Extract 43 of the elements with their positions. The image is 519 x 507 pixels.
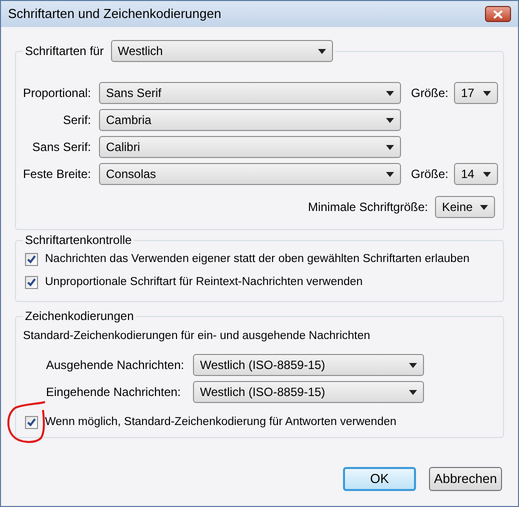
cancel-button[interactable]: Abbrechen — [429, 467, 502, 491]
caret-icon — [409, 390, 417, 395]
dropdown[interactable]: Cambria — [99, 109, 401, 131]
close-button[interactable] — [485, 6, 511, 22]
ok-button[interactable]: OK — [343, 467, 416, 491]
dropdown[interactable]: Keine — [435, 196, 495, 218]
dropdown[interactable]: Westlich (ISO-8859-15) — [193, 381, 424, 404]
caret-icon — [483, 172, 491, 176]
checkbox[interactable] — [25, 276, 38, 289]
field-label: Sans Serif: — [32, 139, 91, 156]
dropdown[interactable]: Sans Serif — [99, 82, 401, 104]
caret-icon — [483, 90, 491, 96]
dropdown[interactable]: Westlich (ISO-8859-15) — [193, 354, 424, 376]
dropdown[interactable]: 14 — [454, 163, 498, 185]
dropdown[interactable]: Consolas — [99, 163, 401, 185]
caret-icon — [409, 362, 417, 368]
checkbox-label: Wenn möglich, Standard-Zeichenkodierung für Antworten verwenden — [45, 415, 396, 430]
field-label: Größe: — [411, 86, 448, 100]
field-label: Serif: — [62, 112, 91, 129]
field-label: Schriftarten für — [25, 43, 104, 60]
field-label: Ausgehende Nachrichten: — [46, 358, 184, 372]
caret-icon — [480, 204, 488, 210]
field-label: Eingehende Nachrichten: — [46, 385, 181, 400]
checkbox[interactable] — [25, 253, 38, 266]
window-title: Schriftarten und Zeichenkodierungen — [8, 5, 222, 24]
field-label: Feste Breite: — [22, 166, 91, 183]
group-title: Zeichenkodierungen — [23, 308, 136, 324]
caret-icon — [386, 90, 394, 96]
checkbox-label: Nachrichten das Verwenden eigener statt der oben gewählten Schriftarten erlauben — [45, 252, 470, 267]
dropdown[interactable]: Calibri — [99, 136, 401, 158]
checkbox-label: Unproportionale Schriftart für Reintext-Nachrichten verwenden — [45, 274, 363, 290]
field-label: Minimale Schriftgröße: — [308, 199, 428, 216]
checkbox[interactable] — [25, 416, 38, 430]
description-text: Standard-Zeichenkodierungen für ein- und ausgehende Nachrichten — [23, 330, 370, 342]
caret-icon — [386, 172, 394, 176]
caret-icon — [386, 144, 394, 150]
field-label: Proportional: — [22, 85, 91, 102]
dropdown[interactable]: Westlich — [110, 40, 333, 62]
caret-icon — [318, 48, 326, 54]
field-label: Größe: — [411, 167, 448, 181]
dropdown[interactable]: 17 — [454, 82, 498, 104]
caret-icon — [386, 118, 394, 122]
close-icon — [493, 10, 503, 18]
